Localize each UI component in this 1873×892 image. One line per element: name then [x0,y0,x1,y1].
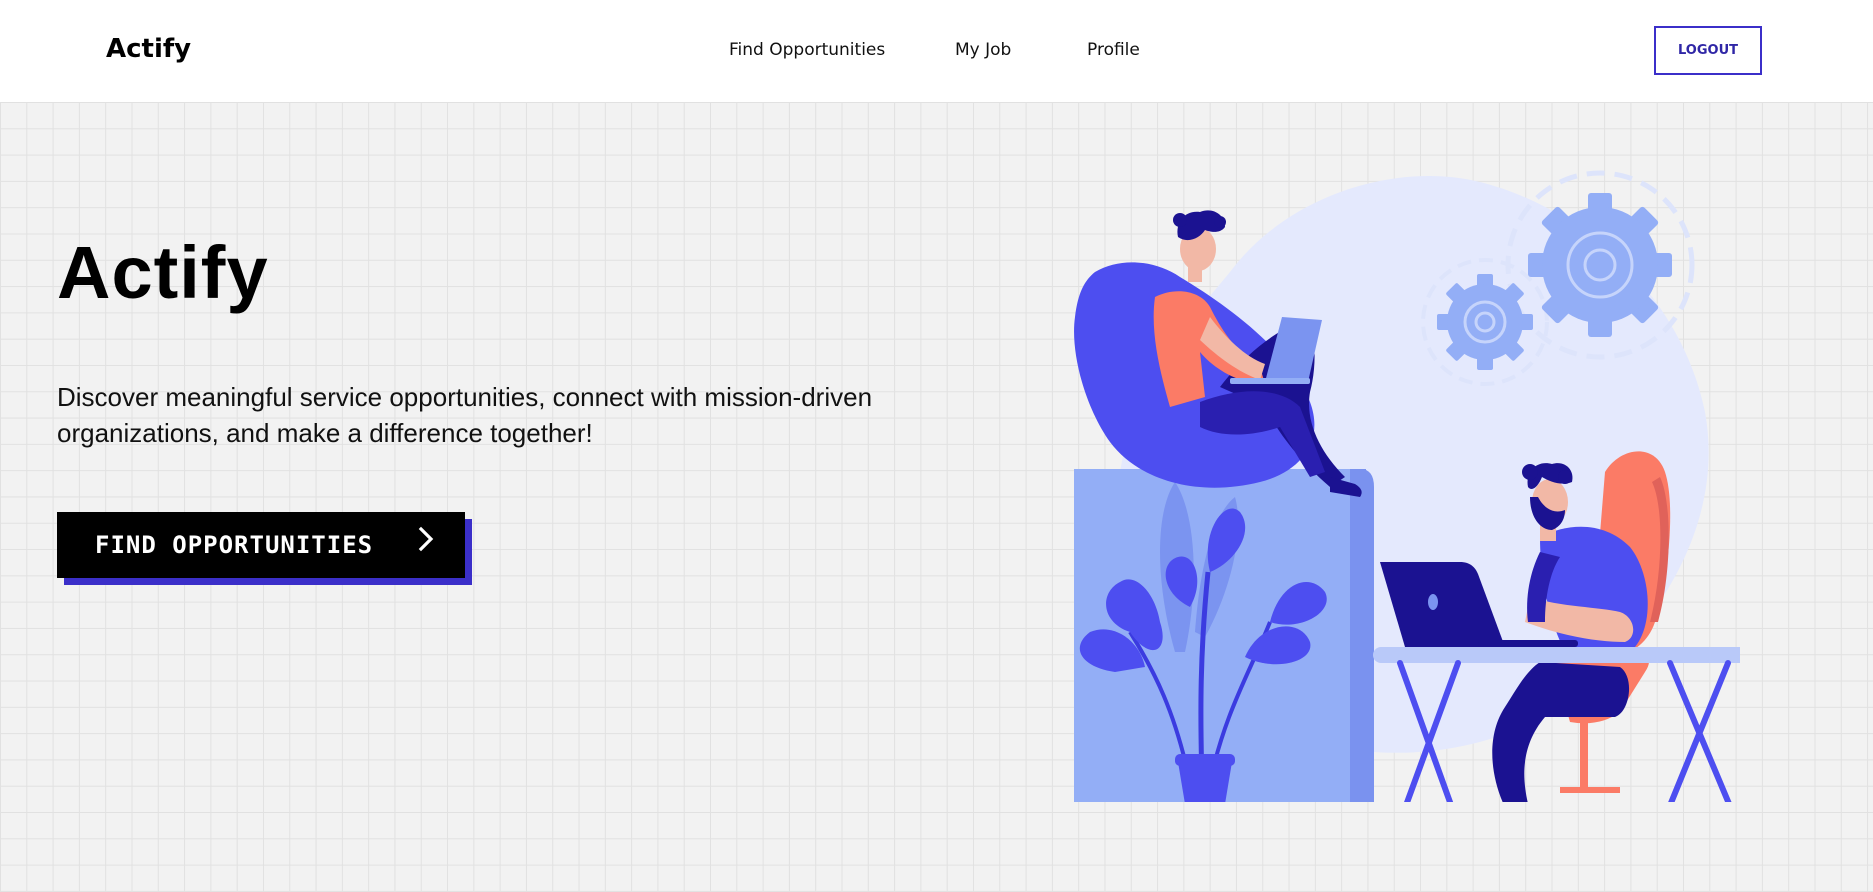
nav-profile[interactable]: Profile [1087,40,1140,60]
nav-links: Find Opportunities My Job Profile [0,40,1873,62]
desk-legs-right [1667,660,1732,802]
cta-label: FIND OPPORTUNITIES [95,531,374,559]
nav-my-job[interactable]: My Job [955,40,1011,60]
hero-title: Actify [57,231,269,314]
desk-top [1373,647,1740,663]
cta-wrapper: FIND OPPORTUNITIES [57,512,472,585]
find-opportunities-button[interactable]: FIND OPPORTUNITIES [57,512,465,578]
navbar: Actify Find Opportunities My Job Profile… [0,0,1873,102]
nav-find-opportunities[interactable]: Find Opportunities [729,40,885,60]
chevron-right-icon [418,526,434,552]
remote-work-illustration [1074,170,1740,802]
hero-description: Discover meaningful service opportunitie… [57,382,873,448]
plant-pot [1178,762,1232,802]
logout-button[interactable]: LOGOUT [1654,26,1762,75]
hero-section: Actify Discover meaningful service oppor… [0,102,1873,892]
